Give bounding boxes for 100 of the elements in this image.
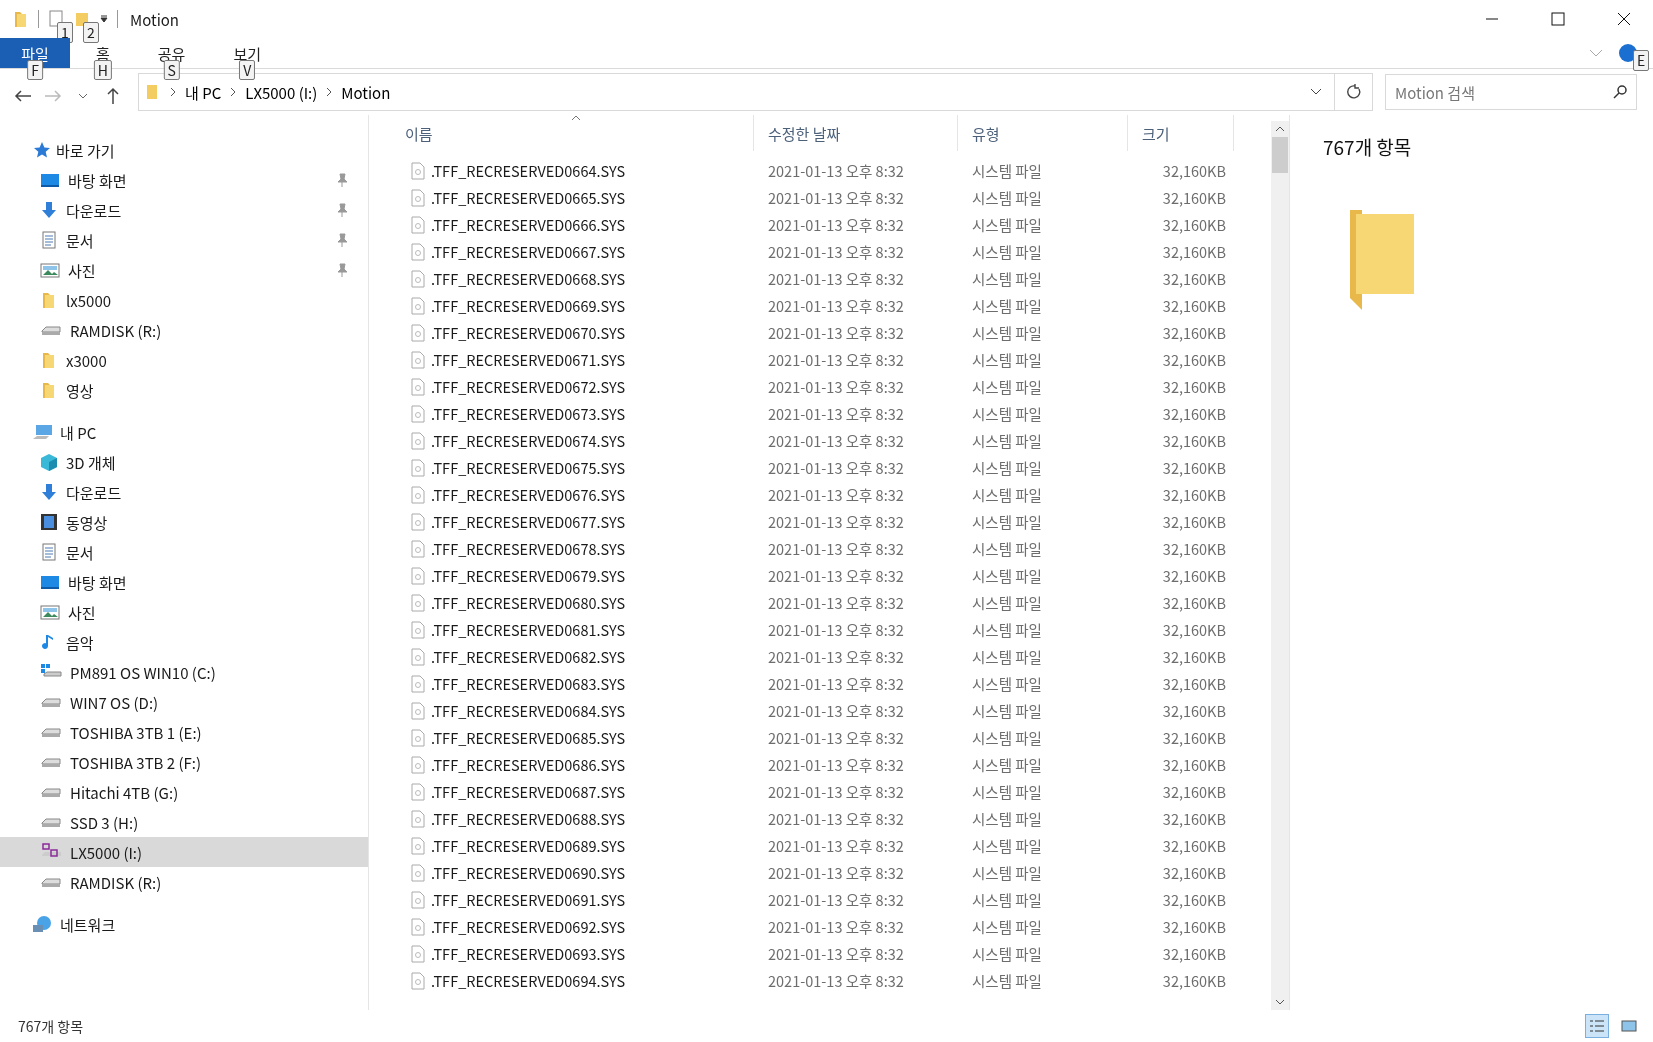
file-name[interactable]: .TFF_RECRESERVED0666.SYS <box>431 214 626 235</box>
file-name[interactable]: .TFF_RECRESERVED0684.SYS <box>431 700 626 721</box>
file-name[interactable]: .TFF_RECRESERVED0667.SYS <box>431 241 626 262</box>
download-arrow-icon <box>40 483 58 501</box>
nav-group[interactable]: 바로 가기 <box>0 135 368 165</box>
nav-item[interactable]: 사진 <box>0 597 368 627</box>
file-icon <box>411 701 425 720</box>
file-name[interactable]: .TFF_RECRESERVED0686.SYS <box>431 754 626 775</box>
file-name[interactable]: .TFF_RECRESERVED0670.SYS <box>431 322 626 343</box>
nav-item[interactable]: 바탕 화면 <box>0 567 368 597</box>
file-icon <box>411 296 425 315</box>
breadcrumb[interactable]: 내 PC <box>181 81 226 103</box>
chevron-down-icon <box>78 92 88 100</box>
nav-item[interactable]: Hitachi 4TB (G:) <box>0 777 368 807</box>
keytip-tooltip: 2 <box>83 22 99 43</box>
file-name[interactable]: .TFF_RECRESERVED0676.SYS <box>431 484 626 505</box>
breadcrumb[interactable]: Motion <box>337 81 395 103</box>
file-name[interactable]: .TFF_RECRESERVED0669.SYS <box>431 295 626 316</box>
table-cell-text: 32,160KB <box>1161 268 1227 289</box>
file-name[interactable]: .TFF_RECRESERVED0689.SYS <box>431 835 626 856</box>
nav-item[interactable]: 다운로드 <box>0 195 368 225</box>
table-cell-text: 시스템 파일 <box>971 781 1043 802</box>
table-cell-text: 2021-01-13 오후 8:32 <box>767 754 905 775</box>
file-name[interactable]: .TFF_RECRESERVED0692.SYS <box>431 916 626 937</box>
nav-item[interactable]: 3D 개체 <box>0 447 368 477</box>
scroll-down-icon[interactable] <box>1275 998 1285 1006</box>
nav-item[interactable]: TOSHIBA 3TB 2 (F:) <box>0 747 368 777</box>
nav-item[interactable]: LX5000 (I:) <box>0 837 368 867</box>
nav-item[interactable]: 다운로드 <box>0 477 368 507</box>
table-cell-text: 2021-01-13 오후 8:32 <box>767 835 905 856</box>
nav-item[interactable]: x3000 <box>0 345 368 375</box>
chevron-right-icon[interactable] <box>169 87 177 97</box>
nav-item[interactable]: RAMDISK (R:) <box>0 315 368 345</box>
file-name[interactable]: .TFF_RECRESERVED0665.SYS <box>431 187 626 208</box>
nav-item[interactable]: 바탕 화면 <box>0 165 368 195</box>
nav-item[interactable]: 음악 <box>0 627 368 657</box>
nav-item[interactable]: PM891 OS WIN10 (C:) <box>0 657 368 687</box>
file-name[interactable]: .TFF_RECRESERVED0688.SYS <box>431 808 626 829</box>
table-cell-text: 32,160KB <box>1161 322 1227 343</box>
column-header[interactable]: 크기 <box>1128 115 1234 151</box>
nav-item[interactable]: lx5000 <box>0 285 368 315</box>
column-header[interactable]: 이름 <box>391 115 754 151</box>
nav-item[interactable]: WIN7 OS (D:) <box>0 687 368 717</box>
table-cell-text: 시스템 파일 <box>971 268 1043 289</box>
file-name[interactable]: .TFF_RECRESERVED0685.SYS <box>431 727 626 748</box>
file-name[interactable]: .TFF_RECRESERVED0691.SYS <box>431 889 626 910</box>
breadcrumb[interactable]: LX5000 (I:) <box>241 81 322 103</box>
search-field[interactable]: Motion 검색 <box>1385 74 1637 110</box>
chevron-down-icon[interactable] <box>1310 88 1322 96</box>
file-name[interactable]: .TFF_RECRESERVED0680.SYS <box>431 592 626 613</box>
nav-item[interactable]: 사진 <box>0 255 368 285</box>
monitor-icon <box>40 573 60 591</box>
table-cell-text: 32,160KB <box>1161 700 1227 721</box>
scrollbar-thumb[interactable] <box>1272 137 1288 173</box>
table-cell-text: 시스템 파일 <box>971 538 1043 559</box>
status-text: 767개 항목 <box>18 1016 84 1036</box>
column-header[interactable]: 유형 <box>958 115 1128 151</box>
scroll-up-icon[interactable] <box>1275 125 1285 133</box>
table-cell-text: 32,160KB <box>1161 187 1227 208</box>
table-cell-text: 시스템 파일 <box>971 862 1043 883</box>
nav-item[interactable]: 동영상 <box>0 507 368 537</box>
file-icon <box>411 269 425 288</box>
file-name[interactable]: .TFF_RECRESERVED0673.SYS <box>431 403 626 424</box>
column-header[interactable]: 수정한 날짜 <box>754 115 958 151</box>
file-name[interactable]: .TFF_RECRESERVED0682.SYS <box>431 646 626 667</box>
nav-item[interactable]: 문서 <box>0 537 368 567</box>
file-name[interactable]: .TFF_RECRESERVED0678.SYS <box>431 538 626 559</box>
file-name[interactable]: .TFF_RECRESERVED0671.SYS <box>431 349 626 370</box>
table-cell-text: 32,160KB <box>1161 916 1227 937</box>
file-name[interactable]: .TFF_RECRESERVED0687.SYS <box>431 781 626 802</box>
file-name[interactable]: .TFF_RECRESERVED0674.SYS <box>431 430 626 451</box>
scrollbar[interactable] <box>1271 121 1289 1010</box>
table-cell-text: 32,160KB <box>1161 403 1227 424</box>
file-icon <box>411 323 425 342</box>
file-name[interactable]: .TFF_RECRESERVED0679.SYS <box>431 565 626 586</box>
file-name[interactable]: .TFF_RECRESERVED0668.SYS <box>431 268 626 289</box>
table-cell-text: 시스템 파일 <box>971 403 1043 424</box>
nav-item[interactable]: RAMDISK (R:) <box>0 867 368 897</box>
file-name[interactable]: .TFF_RECRESERVED0664.SYS <box>431 160 626 181</box>
chevron-right-icon[interactable] <box>229 87 238 97</box>
table-cell-text: 2021-01-13 오후 8:32 <box>767 322 905 343</box>
details-view-button[interactable] <box>1585 1014 1609 1038</box>
nav-item[interactable]: 문서 <box>0 225 368 255</box>
nav-group[interactable]: 내 PC <box>0 417 368 447</box>
file-name[interactable]: .TFF_RECRESERVED0683.SYS <box>431 673 626 694</box>
chevron-right-icon[interactable] <box>325 87 334 97</box>
file-name[interactable]: .TFF_RECRESERVED0677.SYS <box>431 511 626 532</box>
nav-item[interactable]: SSD 3 (H:) <box>0 807 368 837</box>
file-name[interactable]: .TFF_RECRESERVED0694.SYS <box>431 970 626 991</box>
search-icon <box>1613 85 1627 99</box>
nav-item[interactable]: 영상 <box>0 375 368 405</box>
file-name[interactable]: .TFF_RECRESERVED0681.SYS <box>431 619 626 640</box>
file-name[interactable]: .TFF_RECRESERVED0693.SYS <box>431 943 626 964</box>
file-name[interactable]: .TFF_RECRESERVED0672.SYS <box>431 376 626 397</box>
nav-item[interactable]: TOSHIBA 3TB 1 (E:) <box>0 717 368 747</box>
table-cell-text: 32,160KB <box>1161 376 1227 397</box>
file-name[interactable]: .TFF_RECRESERVED0690.SYS <box>431 862 626 883</box>
file-name[interactable]: .TFF_RECRESERVED0675.SYS <box>431 457 626 478</box>
table-cell-text: 2021-01-13 오후 8:32 <box>767 916 905 937</box>
nav-group[interactable]: 네트워크 <box>0 909 368 939</box>
